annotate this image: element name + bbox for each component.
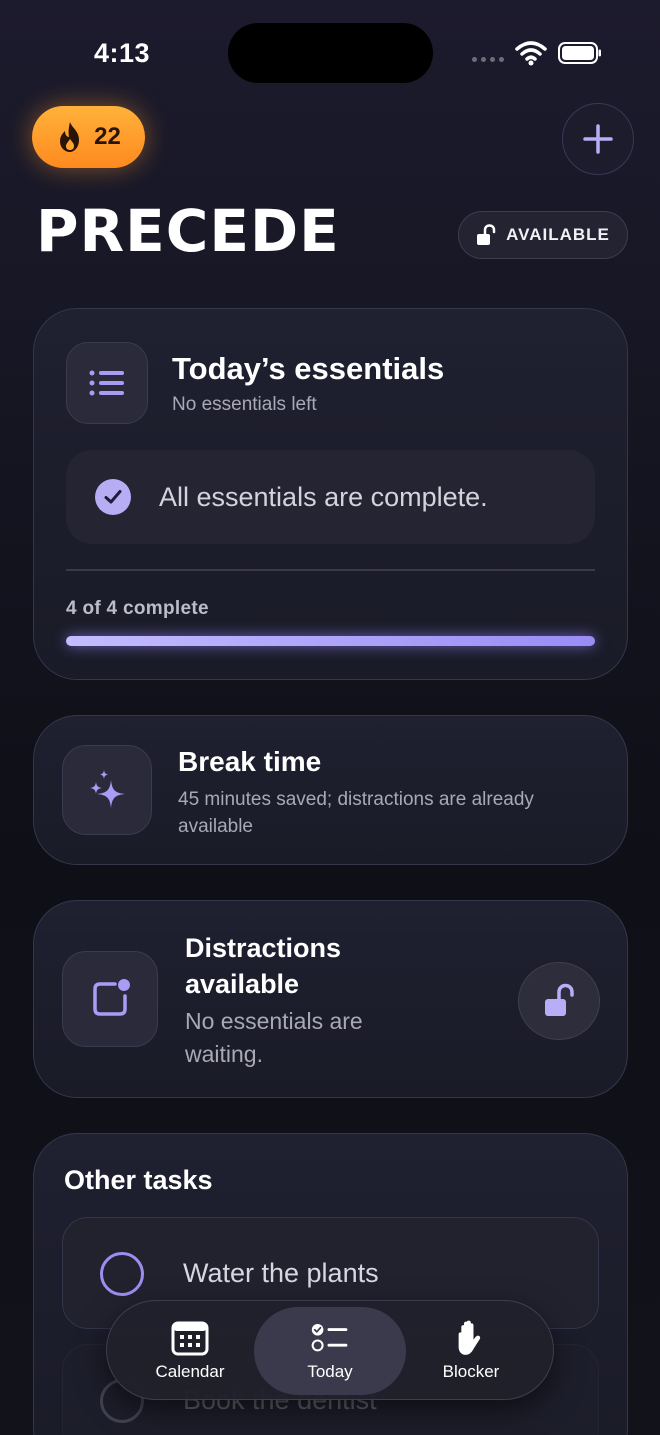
- essentials-card[interactable]: Today’s essentials No essentials left Al…: [33, 308, 628, 680]
- progress-label: 4 of 4 complete: [66, 598, 209, 619]
- essentials-title: Today’s essentials: [172, 351, 445, 386]
- distractions-card[interactable]: Distractions available No essentials are…: [33, 900, 628, 1098]
- calendar-icon: [171, 1321, 209, 1356]
- essentials-subtitle: No essentials left: [172, 394, 317, 415]
- sparkles-icon: [90, 770, 125, 808]
- wifi-icon: [515, 41, 547, 66]
- distractions-icon-tile: [62, 951, 158, 1047]
- unlock-button[interactable]: [518, 962, 600, 1040]
- distractions-title: Distractions available: [185, 933, 342, 999]
- other-tasks-title: Other tasks: [64, 1165, 213, 1195]
- tab-calendar[interactable]: Calendar: [114, 1307, 266, 1395]
- break-icon-tile: [62, 745, 152, 835]
- add-button[interactable]: [562, 103, 634, 175]
- flame-icon: [60, 122, 80, 152]
- availability-label: AVAILABLE: [506, 225, 610, 244]
- battery-icon: [558, 42, 601, 64]
- streak-count: 22: [94, 123, 121, 150]
- tab-label: Today: [307, 1362, 353, 1381]
- task-checkbox[interactable]: [100, 1252, 144, 1296]
- task-label: Water the plants: [183, 1258, 379, 1288]
- plus-icon: [583, 124, 613, 154]
- progress-bar: [66, 636, 595, 646]
- divider: [66, 569, 595, 571]
- cellular-signal-icon: [472, 57, 504, 62]
- tab-blocker[interactable]: Blocker: [395, 1307, 547, 1395]
- app-notification-icon: [93, 979, 130, 1016]
- list-icon: [89, 370, 124, 396]
- tab-label: Blocker: [442, 1362, 500, 1381]
- checkmark-icon: [95, 479, 131, 515]
- tab-bar: Calendar Today Blocker: [106, 1300, 554, 1400]
- progress-fill: [66, 636, 595, 646]
- break-title: Break time: [178, 746, 322, 777]
- availability-status-button[interactable]: AVAILABLE: [458, 211, 628, 259]
- tab-label: Calendar: [155, 1362, 225, 1381]
- tab-today[interactable]: Today: [254, 1307, 406, 1395]
- checklist-icon: [311, 1323, 348, 1352]
- break-time-card[interactable]: Break time 45 minutes saved; distraction…: [33, 715, 628, 865]
- page-title: PRECEDE: [36, 197, 340, 265]
- dynamic-island: [228, 23, 433, 83]
- unlocked-icon: [477, 224, 496, 245]
- status-time: 4:13: [94, 38, 151, 68]
- break-description: 45 minutes saved; distractions are alrea…: [178, 789, 534, 837]
- hand-icon: [458, 1320, 481, 1355]
- essentials-complete-banner: All essentials are complete.: [66, 450, 595, 544]
- complete-message: All essentials are complete.: [159, 481, 488, 512]
- essentials-icon-tile: [66, 342, 148, 424]
- unlocked-icon: [545, 983, 574, 1016]
- distractions-description: No essentials are waiting.: [185, 1008, 363, 1067]
- streak-badge[interactable]: 22: [32, 106, 145, 168]
